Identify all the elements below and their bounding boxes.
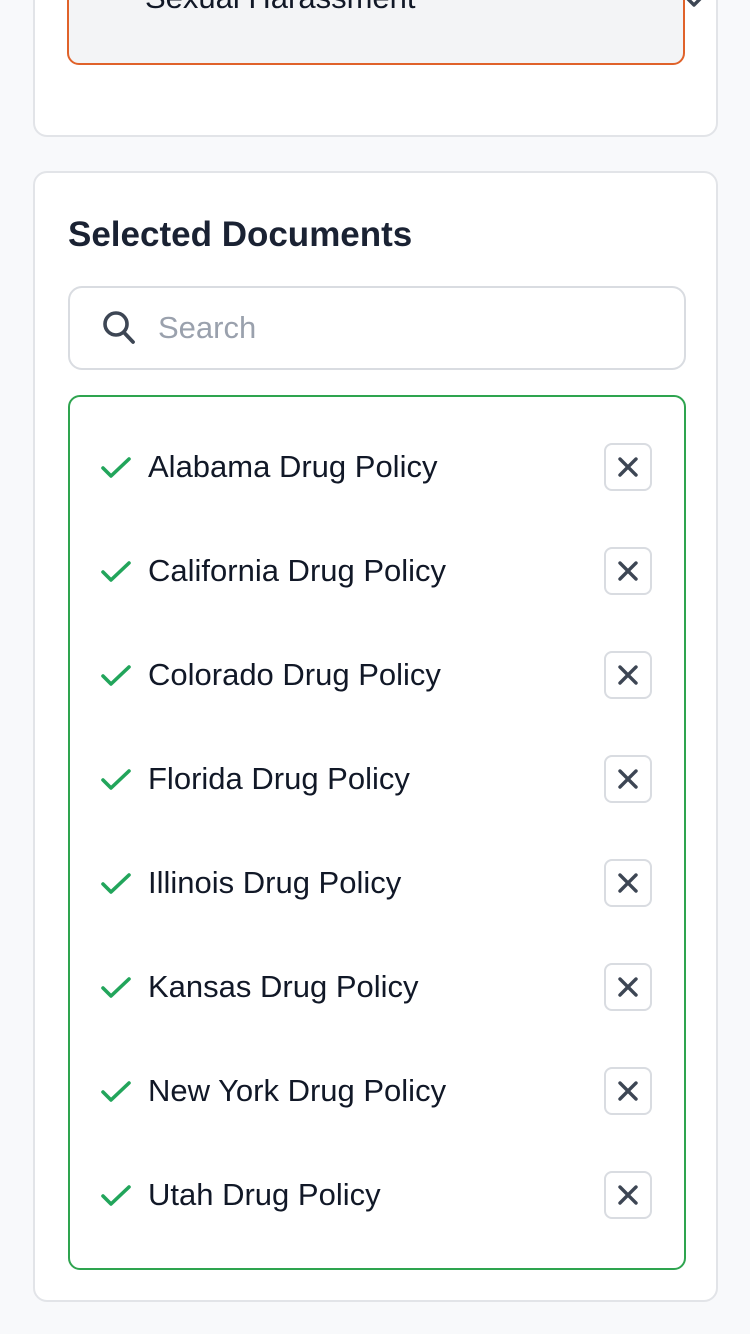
search-box[interactable] [68,286,686,370]
close-icon [618,769,638,789]
section-title: Selected Documents [68,215,413,254]
remove-document-button[interactable] [604,547,652,595]
remove-document-button[interactable] [604,651,652,699]
document-label: Alabama Drug Policy [148,449,438,484]
list-item: Kansas Drug Policy [70,939,684,1043]
close-icon [618,1081,638,1101]
close-icon [618,873,638,893]
document-label: Utah Drug Policy [148,1177,381,1212]
close-icon [618,1185,638,1205]
check-icon [101,977,131,998]
list-item: Alabama Drug Policy [70,419,684,523]
check-icon [101,1081,131,1102]
close-icon [618,977,638,997]
check-icon [101,457,131,478]
list-item: Colorado Drug Policy [70,627,684,731]
close-icon [618,665,638,685]
remove-document-button[interactable] [604,963,652,1011]
category-select-value: Sexual Harassment [145,0,416,18]
remove-document-button[interactable] [604,859,652,907]
remove-document-button[interactable] [604,1067,652,1115]
remove-document-button[interactable] [604,755,652,803]
search-icon [103,311,135,344]
check-icon [101,1185,131,1206]
category-select[interactable]: Sexual Harassment [67,0,702,65]
check-icon [101,665,131,686]
search-input[interactable] [158,306,658,350]
chevron-down-icon [686,0,702,7]
check-icon [101,561,131,582]
close-icon [618,457,638,477]
document-label: Colorado Drug Policy [148,657,441,692]
document-label: Kansas Drug Policy [148,969,419,1004]
selected-documents-card: Selected Documents Alabama Drug Policy C… [33,171,718,1302]
list-item: Utah Drug Policy [70,1147,684,1251]
list-item: Illinois Drug Policy [70,835,684,939]
document-label: Illinois Drug Policy [148,865,402,900]
document-label: Florida Drug Policy [148,761,410,796]
document-label: California Drug Policy [148,553,447,588]
remove-document-button[interactable] [604,1171,652,1219]
list-item: California Drug Policy [70,523,684,627]
check-icon [101,769,131,790]
check-icon [101,873,131,894]
category-card: Sexual Harassment [33,0,718,137]
page: Sexual Harassment Selected Documents Ala… [0,0,750,1334]
selected-documents-list: Alabama Drug Policy California Drug Poli… [68,395,686,1270]
document-label: New York Drug Policy [148,1073,447,1108]
close-icon [618,561,638,581]
list-item: Florida Drug Policy [70,731,684,835]
remove-document-button[interactable] [604,443,652,491]
list-item: New York Drug Policy [70,1043,684,1147]
